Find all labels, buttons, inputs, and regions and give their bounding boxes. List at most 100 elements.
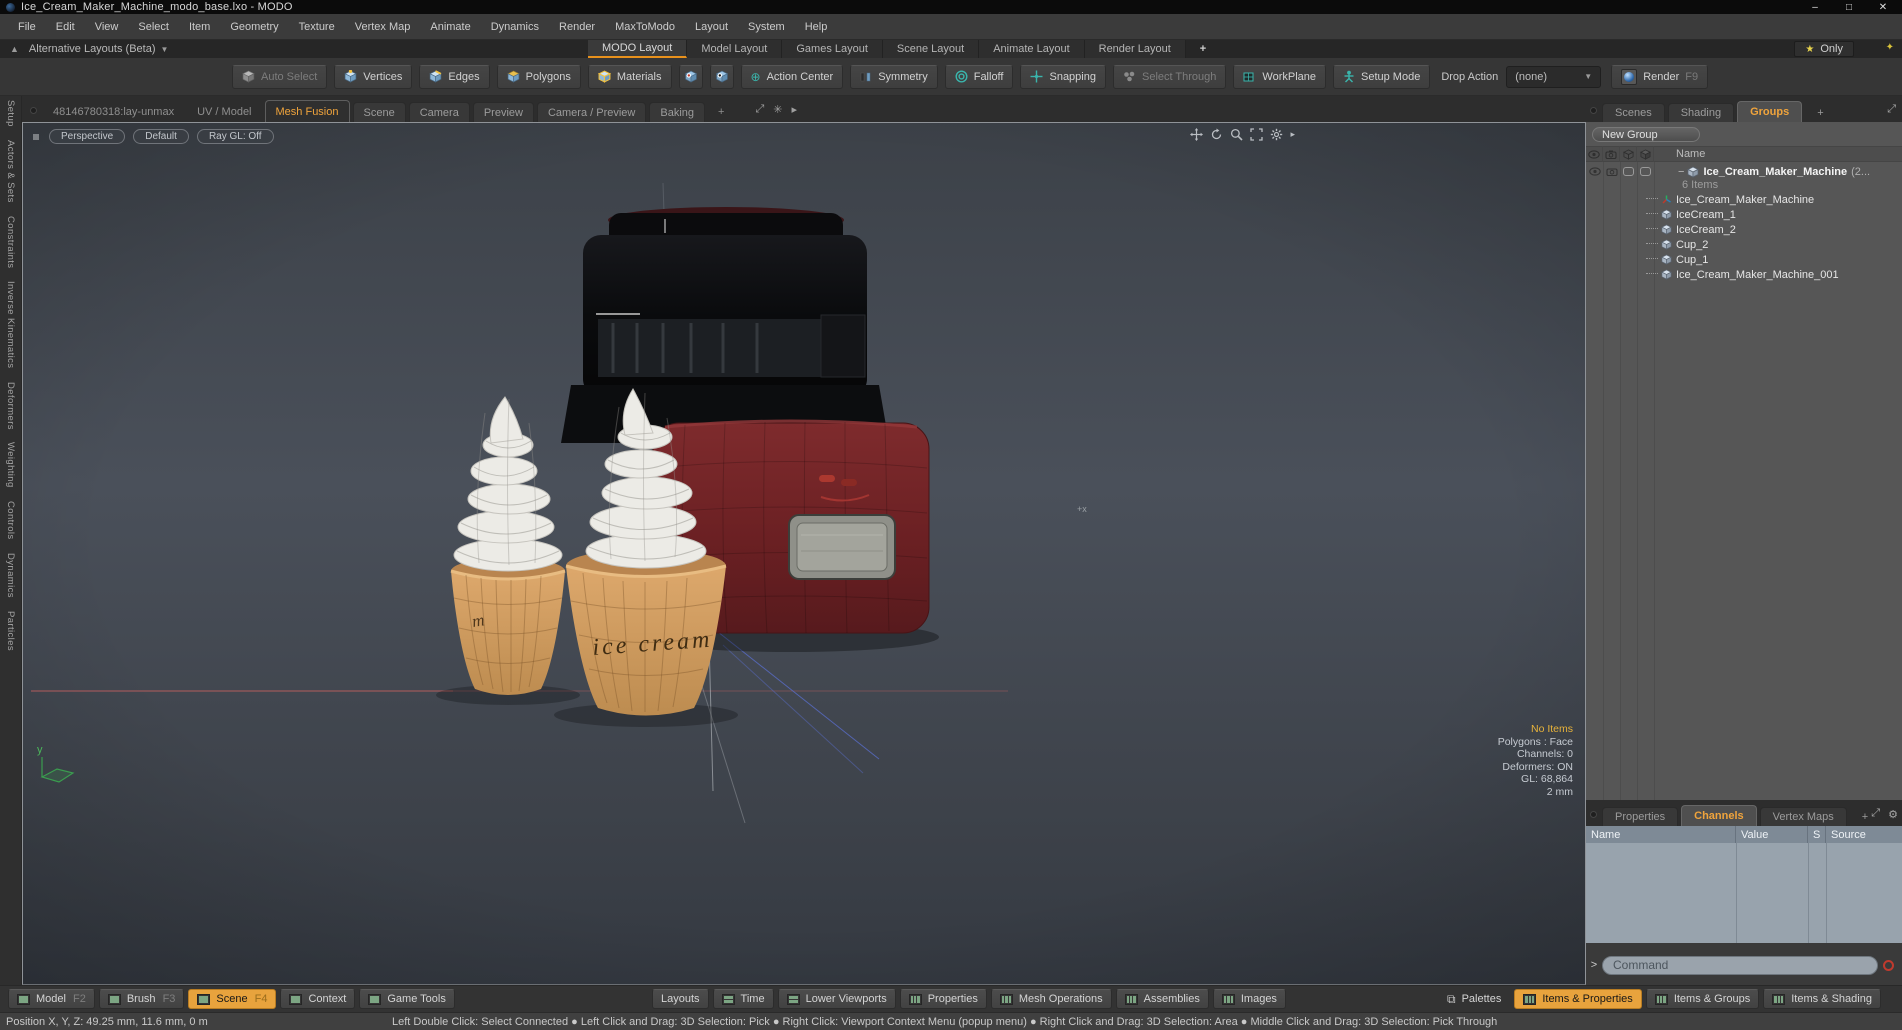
menu-help[interactable]: Help bbox=[795, 21, 838, 33]
tab-weighting[interactable]: Weighting bbox=[5, 442, 16, 488]
tab-deformers[interactable]: Deformers bbox=[5, 382, 16, 430]
collapse-icon[interactable]: − bbox=[1678, 166, 1684, 178]
mesh-operations-button[interactable]: Mesh Operations bbox=[990, 989, 1112, 1009]
brush-mode-button[interactable]: Brush F3 bbox=[98, 989, 185, 1009]
model-mode-button[interactable]: Model F2 bbox=[8, 989, 95, 1009]
zoom-icon[interactable] bbox=[1230, 128, 1244, 141]
pin-icon[interactable]: ✦ bbox=[1886, 42, 1894, 53]
tab-particles[interactable]: Particles bbox=[5, 611, 16, 651]
time-button[interactable]: Time bbox=[712, 989, 774, 1009]
tab-setup[interactable]: Setup bbox=[5, 100, 16, 127]
images-button[interactable]: Images bbox=[1212, 989, 1286, 1009]
tab-constraints[interactable]: Constraints bbox=[5, 216, 16, 268]
tab-games-layout[interactable]: Games Layout bbox=[782, 40, 883, 58]
tab-render-layout[interactable]: Render Layout bbox=[1084, 40, 1186, 58]
lock-checkbox[interactable] bbox=[1620, 167, 1637, 176]
select-column-header[interactable] bbox=[1637, 146, 1654, 162]
select-through-button[interactable]: Select Through bbox=[1112, 64, 1227, 89]
menu-texture[interactable]: Texture bbox=[289, 21, 345, 33]
expand-up-icon[interactable]: ▲ bbox=[10, 44, 19, 54]
menu-edit[interactable]: Edit bbox=[46, 21, 85, 33]
properties-button[interactable]: Properties bbox=[899, 989, 987, 1009]
tab-controls[interactable]: Controls bbox=[5, 501, 16, 540]
3d-viewport[interactable]: m ice cream Perspective Default Ray GL: … bbox=[22, 122, 1586, 985]
minimize-icon[interactable]: – bbox=[1798, 2, 1832, 13]
expand-icon[interactable]: ⤢ bbox=[1871, 807, 1880, 820]
render-column-header[interactable] bbox=[1603, 146, 1620, 162]
settings-star-icon[interactable]: ✳ bbox=[773, 103, 782, 116]
assemblies-button[interactable]: Assemblies bbox=[1115, 989, 1209, 1009]
pan-icon[interactable] bbox=[1190, 128, 1204, 141]
expand-icon[interactable]: ⤢ bbox=[755, 103, 764, 116]
snapping-button[interactable]: Snapping bbox=[1020, 64, 1106, 89]
menu-file[interactable]: File bbox=[8, 21, 46, 33]
palettes-button[interactable]: ⧉ Palettes bbox=[1438, 989, 1510, 1009]
tab-lay-unmax[interactable]: 48146780318:lay-unmax bbox=[43, 102, 184, 122]
menu-item[interactable]: Item bbox=[179, 21, 220, 33]
items-groups-button[interactable]: Items & Groups bbox=[1645, 989, 1760, 1009]
tab-uv-model[interactable]: UV / Model bbox=[187, 102, 261, 122]
gear-icon[interactable] bbox=[1270, 128, 1283, 141]
panel-menu-icon[interactable] bbox=[1590, 811, 1597, 818]
viewport-menu-icon[interactable] bbox=[30, 107, 37, 114]
context-mode-button[interactable]: Context bbox=[280, 989, 356, 1009]
tab-baking[interactable]: Baking bbox=[649, 102, 706, 122]
column-source[interactable]: Source bbox=[1826, 826, 1902, 843]
chevron-right-icon[interactable]: ▸ bbox=[1290, 129, 1295, 140]
add-layout-tab-button[interactable]: + bbox=[1186, 40, 1220, 58]
panel-menu-icon[interactable] bbox=[1590, 107, 1597, 114]
gear-icon[interactable]: ⚙ bbox=[1888, 808, 1898, 821]
tree-row-icecream1[interactable]: IceCream_1 bbox=[1586, 207, 1902, 222]
tab-vertex-maps[interactable]: Vertex Maps bbox=[1759, 807, 1847, 826]
render-button[interactable]: Render F9 bbox=[1611, 64, 1709, 89]
falloff-button[interactable]: Falloff bbox=[944, 64, 1014, 89]
polygons-button[interactable]: Polygons bbox=[496, 64, 581, 89]
chevron-right-icon[interactable]: ▸ bbox=[791, 103, 797, 116]
tab-preview[interactable]: Preview bbox=[472, 102, 534, 122]
raygl-button[interactable]: Ray GL: Off bbox=[196, 129, 274, 144]
eye-icon[interactable] bbox=[1586, 167, 1603, 176]
menu-render[interactable]: Render bbox=[549, 21, 605, 33]
tab-camera-preview[interactable]: Camera / Preview bbox=[536, 102, 647, 122]
menu-vertex-map[interactable]: Vertex Map bbox=[345, 21, 421, 33]
new-group-button[interactable]: New Group bbox=[1592, 127, 1700, 142]
channels-table-body[interactable] bbox=[1586, 843, 1902, 943]
tab-modo-layout[interactable]: MODO Layout bbox=[588, 40, 688, 58]
tab-actors-sets[interactable]: Actors & Sets bbox=[5, 140, 16, 203]
select-checkbox[interactable] bbox=[1637, 167, 1654, 176]
scene-mode-button[interactable]: Scene F4 bbox=[188, 989, 277, 1009]
tab-scene-layout[interactable]: Scene Layout bbox=[882, 40, 980, 58]
setup-mode-button[interactable]: Setup Mode bbox=[1333, 64, 1431, 89]
auto-select-button[interactable]: Auto Select bbox=[232, 64, 328, 89]
action-center-button[interactable]: ⊕ Action Center bbox=[740, 64, 844, 89]
tab-scenes[interactable]: Scenes bbox=[1602, 103, 1665, 122]
items-properties-button[interactable]: Items & Properties bbox=[1514, 989, 1642, 1009]
menu-geometry[interactable]: Geometry bbox=[220, 21, 288, 33]
tree-row-root[interactable]: − Ice_Cream_Maker_Machine (2... bbox=[1586, 164, 1902, 179]
menu-animate[interactable]: Animate bbox=[420, 21, 480, 33]
menu-layout[interactable]: Layout bbox=[685, 21, 738, 33]
menu-maxtomodo[interactable]: MaxToModo bbox=[605, 21, 685, 33]
game-tools-mode-button[interactable]: Game Tools bbox=[359, 989, 455, 1009]
tab-model-layout[interactable]: Model Layout bbox=[687, 40, 783, 58]
maximize-icon[interactable]: □ bbox=[1832, 2, 1866, 13]
tree-row-cup2[interactable]: Cup_2 bbox=[1586, 237, 1902, 252]
materials-button[interactable]: Materials bbox=[587, 64, 672, 89]
column-value[interactable]: Value bbox=[1736, 826, 1808, 843]
command-history-icon[interactable] bbox=[1883, 959, 1894, 971]
vertices-button[interactable]: Vertices bbox=[334, 64, 413, 89]
column-s[interactable]: S bbox=[1808, 826, 1826, 843]
alternative-layouts-menu[interactable]: Alternative Layouts (Beta) bbox=[29, 43, 156, 55]
workplane-button[interactable]: WorkPlane bbox=[1233, 64, 1326, 89]
tab-channels[interactable]: Channels bbox=[1681, 805, 1757, 826]
perspective-button[interactable]: Perspective bbox=[49, 129, 126, 144]
name-column-header[interactable]: Name bbox=[1654, 148, 1705, 160]
tab-shading[interactable]: Shading bbox=[1667, 103, 1735, 122]
tab-camera[interactable]: Camera bbox=[408, 102, 470, 122]
tab-groups[interactable]: Groups bbox=[1737, 101, 1803, 122]
add-viewport-tab-button[interactable]: + bbox=[708, 102, 734, 122]
expand-icon[interactable]: ⤢ bbox=[1887, 103, 1896, 116]
close-icon[interactable]: ✕ bbox=[1866, 2, 1900, 13]
tree-row-locator[interactable]: Ice_Cream_Maker_Machine bbox=[1586, 192, 1902, 207]
rotate-icon[interactable] bbox=[1210, 128, 1223, 141]
